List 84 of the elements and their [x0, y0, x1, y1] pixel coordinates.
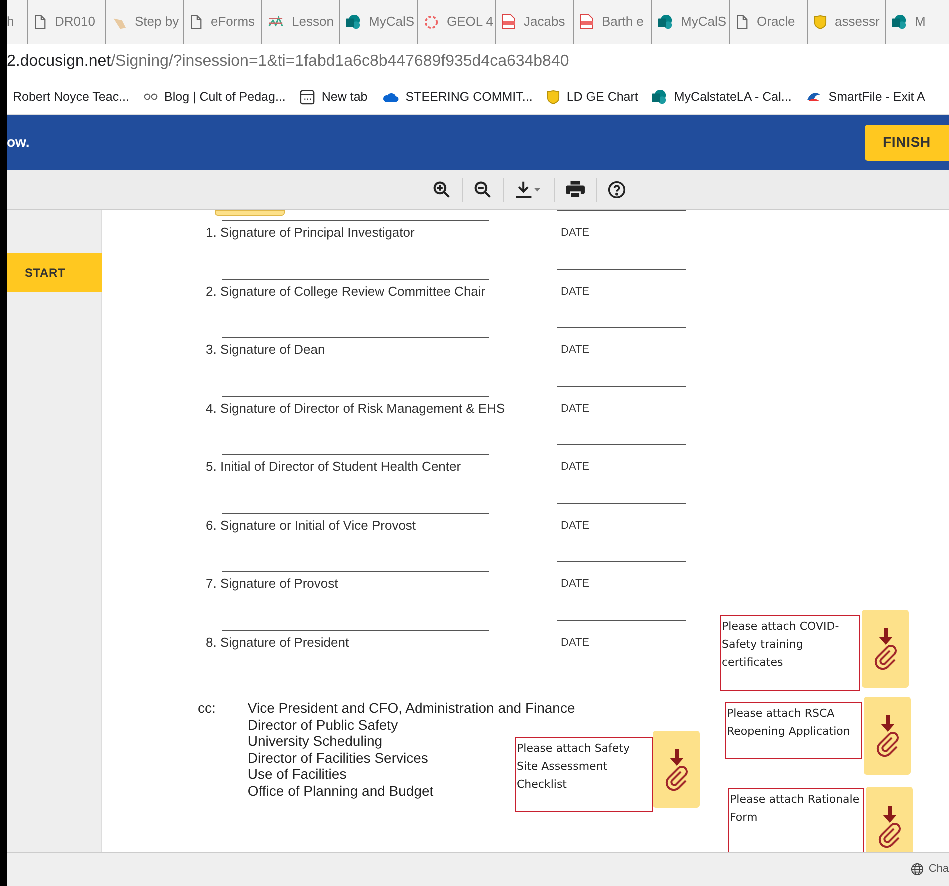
document-icon [34, 14, 47, 30]
cc-recipient: Director of Facilities Services [248, 750, 428, 766]
overlapping-circles-icon [658, 14, 673, 30]
start-button[interactable]: START [7, 253, 102, 292]
signature-label: 2. Signature of College Review Committee Chair [206, 282, 486, 301]
signature-label: 7. Signature of Provost [206, 575, 338, 593]
browser-tab[interactable]: Step by [135, 12, 180, 32]
pdf-file-icon [580, 14, 594, 30]
browser-tab[interactable]: GEOL 4 [447, 12, 494, 32]
language-selector[interactable]: Cha [928, 861, 949, 878]
shield-icon [546, 90, 560, 104]
cc-recipient: Director of Public Safety [248, 716, 398, 733]
chart-icon [268, 14, 284, 30]
date-label: DATE [561, 402, 590, 416]
download-paperclip-icon [664, 748, 688, 790]
date-label: DATE [561, 636, 590, 650]
shield-icon [814, 14, 827, 30]
browser-tab[interactable]: MyCalS [369, 12, 415, 32]
cc-label: cc: [198, 700, 216, 718]
overlapping-circles-icon [652, 90, 668, 104]
bookmark-link[interactable]: Blog | Cult of Pedag... [164, 88, 286, 106]
download-icon[interactable] [515, 180, 543, 198]
date-label: DATE [561, 284, 590, 300]
attach-file-button[interactable] [862, 610, 909, 688]
browser-tab[interactable]: Lesson [292, 12, 334, 32]
attachment-note[interactable]: Please attach Rationale Form [728, 788, 864, 852]
browser-tab[interactable]: MyCalS [681, 12, 727, 32]
bookmark-link[interactable]: MyCalstateLA - Cal... [674, 88, 792, 106]
browser-tab[interactable]: eForms [211, 12, 256, 32]
signature-label: 4. Signature of Director of Risk Management & EHS [206, 400, 506, 418]
bookmark-link[interactable]: Robert Noyce Teac... [13, 88, 130, 106]
date-label: DATE [561, 343, 590, 358]
ring-icon [424, 14, 439, 30]
cc-recipient: Vice President and CFO, Administration and Finance [248, 700, 576, 716]
finish-button[interactable]: FINISH [865, 124, 949, 160]
document-icon [736, 14, 749, 30]
bird-logo-icon [806, 90, 822, 104]
download-paperclip-icon [876, 715, 900, 757]
browser-tab[interactable]: assessr [835, 12, 880, 32]
overlapping-circles-icon [892, 14, 907, 30]
signature-label: 3. Signature of Dean [206, 341, 326, 359]
cc-recipient: Office of Planning and Budget [248, 782, 434, 799]
attach-file-button[interactable] [866, 787, 913, 852]
help-icon[interactable] [608, 180, 626, 198]
download-paperclip-icon [874, 628, 898, 670]
date-label: DATE [561, 518, 590, 534]
signature-label: 5. Initial of Director of Student Health Center [206, 458, 462, 476]
signature-label: 6. Signature or Initial of Vice Provost [206, 516, 416, 535]
signature-label: 8. Signature of President [206, 634, 350, 652]
zoom-in-icon[interactable] [433, 180, 451, 198]
window-icon [300, 90, 315, 104]
signature-label: 1. Signature of Principal Investigator [206, 224, 415, 242]
browser-tab[interactable]: Barth e [602, 12, 644, 32]
cc-recipient: University Scheduling [248, 733, 383, 750]
zoom-out-icon[interactable] [474, 180, 492, 198]
cloud-icon [382, 92, 399, 102]
attachment-note[interactable]: Please attach COVID-Safety training certificates [720, 615, 860, 691]
bookmark-link[interactable]: STEERING COMMIT... [406, 88, 533, 106]
url-host[interactable]: 2.docusign.net [7, 50, 112, 74]
browser-tab[interactable]: Jacabs [524, 12, 566, 32]
globe-icon[interactable] [910, 863, 924, 876]
print-icon[interactable] [566, 180, 585, 198]
attach-file-button[interactable] [864, 697, 911, 775]
bookmark-link[interactable]: New tab [322, 88, 368, 106]
date-label: DATE [561, 226, 590, 241]
browser-tab[interactable]: Oracle [757, 12, 796, 32]
pdf-file-icon [502, 14, 516, 30]
overlapping-circles-icon [346, 14, 361, 30]
document-icon [190, 14, 203, 30]
browser-tab[interactable]: M [915, 12, 926, 32]
attachment-note[interactable]: Please attach Safety Site Assessment Checklist [515, 737, 653, 812]
link-icon [144, 93, 158, 101]
attachment-note[interactable]: Please attach RSCA Reopening Application [725, 702, 862, 759]
date-label: DATE [561, 577, 590, 592]
browser-tab[interactable]: DR010 [55, 12, 96, 32]
browser-tab[interactable]: h [7, 12, 14, 32]
header-message: ow. [7, 133, 30, 152]
attach-file-button[interactable] [653, 731, 700, 808]
date-label: DATE [561, 460, 590, 475]
download-paperclip-icon [878, 806, 902, 848]
bookmark-link[interactable]: SmartFile - Exit A [828, 88, 926, 106]
url-path[interactable]: /Signing/?insession=1&ti=1fabd1a6c8b447689f935d4ca634b840 [111, 50, 570, 74]
bookmark-link[interactable]: LD GE Chart [566, 88, 638, 106]
cc-recipient: Use of Facilities [248, 766, 347, 782]
